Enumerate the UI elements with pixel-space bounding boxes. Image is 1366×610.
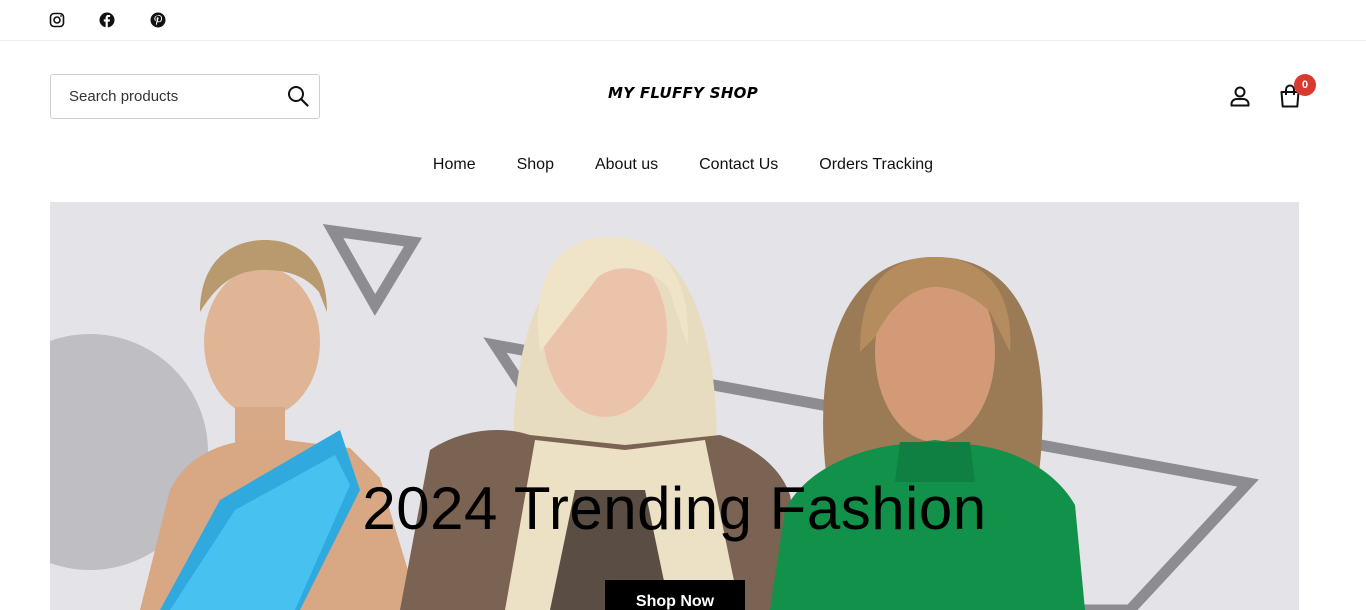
hero-image [50, 224, 1259, 610]
cart-count-badge: 0 [1294, 74, 1316, 96]
facebook-icon[interactable] [99, 12, 115, 28]
main-nav: Home Shop About us Contact Us Orders Tra… [0, 153, 1366, 177]
pinterest-icon[interactable] [150, 12, 166, 28]
nav-home[interactable]: Home [412, 153, 496, 177]
social-topbar [0, 0, 1366, 41]
search-input[interactable] [51, 75, 281, 118]
account-icon[interactable] [1228, 84, 1252, 108]
nav-orders-tracking[interactable]: Orders Tracking [799, 153, 954, 177]
search-box [50, 74, 320, 119]
instagram-icon[interactable] [49, 12, 65, 28]
hero-title: 2024 Trending Fashion [362, 475, 987, 542]
hero-banner: 2024 Trending Fashion Shop Now [50, 202, 1299, 610]
nav-contact-us[interactable]: Contact Us [679, 153, 799, 177]
nav-about-us[interactable]: About us [574, 153, 678, 177]
shop-now-button[interactable]: Shop Now [605, 580, 745, 610]
search-icon[interactable] [287, 85, 309, 107]
nav-shop[interactable]: Shop [496, 153, 574, 177]
brand-logo[interactable]: MY FLUFFY SHOP [600, 84, 766, 102]
